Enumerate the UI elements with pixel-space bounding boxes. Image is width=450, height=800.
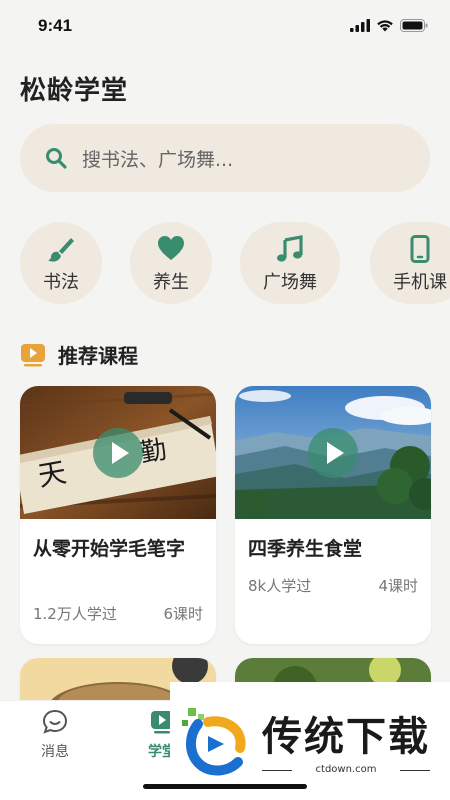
search-input[interactable]: 搜书法、广场舞...	[20, 124, 430, 192]
course-lessons: 6课时	[163, 605, 203, 623]
course-card[interactable]: 天 勤 从零开始学毛笔字 1.2万人学过 6课时	[20, 386, 216, 644]
brand-logo	[182, 708, 246, 776]
svg-text:天: 天	[35, 456, 68, 493]
course-meta: 8k人学过 4课时	[248, 575, 418, 596]
mountain-landscape-photo	[235, 386, 431, 519]
course-lessons: 4课时	[378, 577, 418, 595]
section-header: 推荐课程	[20, 340, 138, 369]
tab-messages[interactable]: 消息	[10, 709, 100, 761]
category-square-dance[interactable]: 广场舞	[240, 222, 340, 304]
course-title: 从零开始学毛笔字	[33, 538, 186, 560]
course-meta: 1.2万人学过 6课时	[33, 603, 203, 624]
page-title: 松龄学堂	[20, 76, 129, 106]
music-note-icon	[277, 235, 303, 262]
battery-icon	[400, 19, 428, 32]
wifi-icon	[377, 20, 393, 32]
category-label: 广场舞	[263, 272, 317, 293]
section-title: 推荐课程	[58, 344, 138, 368]
watermark-brand: 传统下载	[262, 714, 430, 760]
status-time: 9:41	[38, 16, 73, 35]
home-indicator	[143, 784, 307, 789]
category-label: 书法	[43, 272, 79, 293]
search-placeholder: 搜书法、广场舞...	[82, 148, 234, 171]
category-calligraphy[interactable]: 书法	[20, 222, 102, 304]
status-bar: 9:41	[0, 0, 450, 54]
course-learners: 1.2万人学过	[33, 605, 117, 623]
heart-icon	[158, 236, 184, 260]
course-title: 四季养生食堂	[248, 538, 363, 560]
chat-bubble-icon	[42, 709, 68, 734]
category-phone-course[interactable]: 手机课	[370, 222, 450, 304]
cellular-signal-icon	[350, 19, 370, 32]
category-health[interactable]: 养生	[130, 222, 212, 304]
play-button[interactable]	[93, 427, 143, 478]
calligraphy-photo: 天 勤	[20, 386, 216, 519]
course-card[interactable]: 四季养生食堂 8k人学过 4课时	[235, 386, 431, 644]
search-icon	[46, 148, 67, 169]
brush-icon	[48, 238, 74, 262]
phone-icon	[410, 235, 430, 263]
category-label: 手机课	[393, 272, 447, 293]
play-button[interactable]	[308, 427, 358, 478]
category-label: 养生	[153, 272, 189, 293]
status-icons	[350, 19, 428, 32]
category-row: 书法 养生 广场舞 手机课	[20, 222, 450, 304]
divider	[400, 770, 430, 771]
course-learners: 8k人学过	[248, 577, 312, 595]
tab-label: 消息	[41, 744, 69, 760]
video-play-icon	[21, 343, 45, 366]
watermark: 传统下载 ctdown.com	[170, 682, 450, 800]
